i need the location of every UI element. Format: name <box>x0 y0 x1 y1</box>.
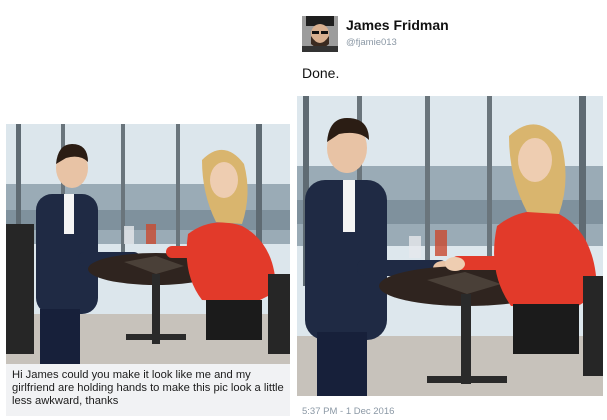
edited-photo[interactable] <box>297 96 603 396</box>
request-caption: Hi James could you make it look like me … <box>6 364 290 416</box>
request-photo[interactable] <box>6 124 290 364</box>
timestamp[interactable]: 5:37 PM - 1 Dec 2016 <box>302 406 394 417</box>
author-name[interactable]: James Fridman <box>346 17 449 33</box>
edited-couple-holding-hands-photo <box>297 96 603 396</box>
author-handle[interactable]: @fjamie013 <box>346 37 397 48</box>
reply-text: Done. <box>302 65 340 81</box>
bearded-man-avatar-icon[interactable] <box>302 16 338 52</box>
restaurant-couple-photo <box>6 124 290 364</box>
